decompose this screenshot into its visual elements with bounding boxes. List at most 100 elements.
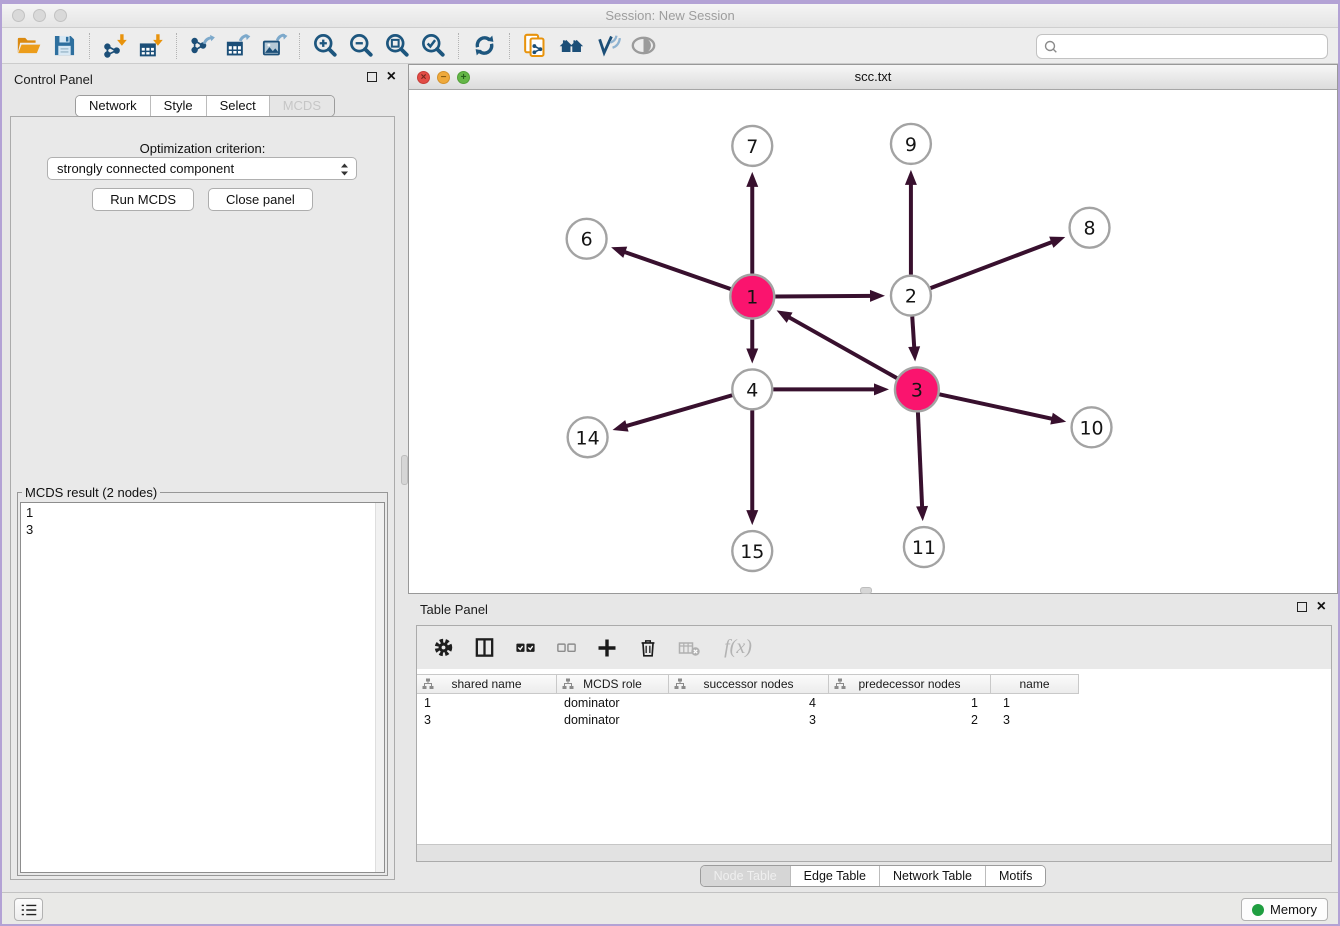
import-table-button[interactable]	[133, 31, 169, 61]
table-hscrollbar[interactable]	[417, 844, 1331, 861]
tree-icon	[422, 678, 434, 690]
float-table-panel-icon[interactable]	[1297, 602, 1307, 612]
tab-motifs[interactable]: Motifs	[985, 866, 1045, 886]
save-session-button[interactable]	[46, 31, 82, 61]
network-close-icon[interactable]: ×	[417, 71, 430, 84]
cell[interactable]: 2	[829, 713, 991, 727]
edge-1-2[interactable]	[775, 296, 873, 297]
network-minimize-icon[interactable]: −	[437, 71, 450, 84]
table-row[interactable]: 1dominator411	[417, 694, 1079, 711]
mcds-result-text[interactable]: 1 3	[20, 502, 385, 873]
delete-columns-button[interactable]	[635, 635, 661, 661]
node-6[interactable]: 6	[567, 219, 607, 259]
node-15[interactable]: 15	[732, 531, 772, 571]
export-table-button[interactable]	[220, 31, 256, 61]
edge-3-11[interactable]	[918, 412, 922, 509]
run-mcds-button[interactable]: Run MCDS	[92, 188, 194, 211]
minimize-window-icon[interactable]	[33, 9, 46, 22]
cell[interactable]: 1	[417, 696, 557, 710]
cell[interactable]: 3	[417, 713, 557, 727]
zoom-selected-button[interactable]	[415, 31, 451, 61]
close-panel-button[interactable]: Close panel	[208, 188, 313, 211]
zoom-fit-icon	[384, 32, 411, 59]
home-networks-button[interactable]	[553, 31, 589, 61]
zoom-out-button[interactable]	[343, 31, 379, 61]
horizontal-splitter-grip[interactable]	[860, 587, 872, 594]
eye-button[interactable]	[625, 31, 661, 61]
zoom-fit-button[interactable]	[379, 31, 415, 61]
window-controls[interactable]	[12, 9, 67, 22]
create-column-button[interactable]	[594, 635, 620, 661]
tab-network[interactable]: Network	[76, 96, 150, 116]
node-3[interactable]: 3	[895, 367, 939, 411]
column-header-successor-nodes[interactable]: successor nodes	[669, 675, 829, 693]
node-9[interactable]: 9	[891, 124, 931, 164]
memory-button[interactable]: Memory	[1241, 898, 1328, 921]
import-network-button[interactable]	[97, 31, 133, 61]
tab-network-table[interactable]: Network Table	[879, 866, 985, 886]
node-11[interactable]: 11	[904, 527, 944, 567]
table-settings-button[interactable]	[430, 635, 456, 661]
arrowhead-1-2	[870, 290, 885, 302]
table-row[interactable]: 3dominator323	[417, 711, 1079, 728]
network-canvas[interactable]: 7 9 6 8 1 2 4 3 14 10 15 11	[409, 90, 1337, 593]
cell[interactable]: 1	[829, 696, 991, 710]
export-image-button[interactable]	[256, 31, 292, 61]
show-column-button[interactable]	[471, 635, 497, 661]
close-panel-icon[interactable]: ×	[387, 72, 396, 82]
cell[interactable]: 1	[991, 696, 1079, 710]
delete-table-button[interactable]	[676, 635, 702, 661]
open-session-button[interactable]	[10, 31, 46, 61]
column-header-name[interactable]: name	[991, 675, 1079, 693]
cell[interactable]: dominator	[557, 696, 669, 710]
network-maximize-icon[interactable]: +	[457, 71, 470, 84]
task-history-button[interactable]	[14, 898, 43, 921]
function-builder-button[interactable]: f(x)	[717, 635, 759, 661]
node-8[interactable]: 8	[1070, 208, 1110, 248]
edge-2-8[interactable]	[931, 241, 1055, 288]
node-7[interactable]: 7	[732, 126, 772, 166]
tab-node-table[interactable]: Node Table	[701, 866, 790, 886]
tab-select[interactable]: Select	[206, 96, 269, 116]
column-header-MCDS-role[interactable]: MCDS role	[557, 675, 669, 693]
select-all-columns-button[interactable]	[512, 635, 538, 661]
cell[interactable]: 3	[669, 713, 829, 727]
unselect-all-columns-button[interactable]	[553, 635, 579, 661]
edge-2-3[interactable]	[912, 317, 914, 350]
zoom-window-icon[interactable]	[54, 9, 67, 22]
node-10[interactable]: 10	[1072, 407, 1112, 447]
edge-3-10[interactable]	[939, 394, 1054, 419]
graphics-details-button[interactable]	[589, 31, 625, 61]
vertical-splitter-grip[interactable]	[401, 455, 408, 485]
search-input[interactable]	[1059, 37, 1327, 57]
close-window-icon[interactable]	[12, 9, 25, 22]
refresh-button[interactable]	[466, 31, 502, 61]
node-4[interactable]: 4	[732, 369, 772, 409]
tab-style[interactable]: Style	[150, 96, 206, 116]
network-window-titlebar[interactable]: × − + scc.txt	[409, 65, 1337, 90]
node-1[interactable]: 1	[730, 275, 774, 319]
column-header-shared-name[interactable]: shared name	[417, 675, 557, 693]
tab-edge-table[interactable]: Edge Table	[790, 866, 879, 886]
search-box[interactable]	[1036, 34, 1328, 59]
export-network-button[interactable]	[184, 31, 220, 61]
result-scrollbar[interactable]	[375, 503, 384, 872]
plus-icon	[595, 636, 619, 660]
edge-1-6[interactable]	[622, 251, 730, 289]
criterion-select[interactable]: strongly connected component	[47, 157, 357, 180]
column-header-predecessor-nodes[interactable]: predecessor nodes	[829, 675, 991, 693]
tab-mcds[interactable]: MCDS	[269, 96, 334, 116]
node-14[interactable]: 14	[568, 417, 608, 457]
edge-4-14[interactable]	[624, 395, 732, 426]
trash-icon	[637, 637, 659, 659]
cell[interactable]: 3	[991, 713, 1079, 727]
copy-network-button[interactable]	[517, 31, 553, 61]
edge-3-1[interactable]	[787, 316, 897, 378]
node-2[interactable]: 2	[891, 276, 931, 316]
cell[interactable]: dominator	[557, 713, 669, 727]
cell[interactable]: 4	[669, 696, 829, 710]
float-panel-icon[interactable]	[367, 72, 377, 82]
close-table-panel-icon[interactable]: ×	[1317, 602, 1326, 612]
table-tabs: Node TableEdge TableNetwork TableMotifs	[408, 865, 1338, 887]
zoom-in-button[interactable]	[307, 31, 343, 61]
